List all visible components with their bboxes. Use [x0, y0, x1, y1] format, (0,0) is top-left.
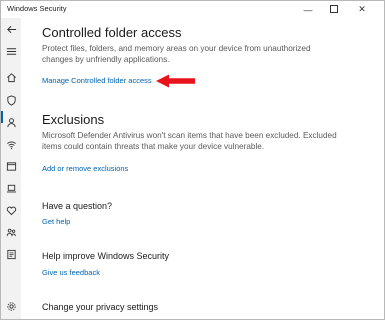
maximize-icon: [330, 4, 338, 15]
window-title: Windows Security: [7, 4, 67, 13]
nav-virus-protection[interactable]: [4, 93, 18, 107]
laptop-icon: [6, 184, 16, 192]
nav-family-options[interactable]: [4, 225, 18, 239]
privacy-settings-heading: Change your privacy settings: [42, 302, 159, 312]
give-feedback-link[interactable]: Give us feedback: [42, 268, 100, 277]
help-improve-heading: Help improve Windows Security: [42, 251, 170, 261]
back-arrow-icon: [6, 25, 16, 33]
family-icon: [6, 228, 16, 236]
title-bar: Windows Security — ✕: [1, 1, 384, 18]
exclusions-description: Microsoft Defender Antivirus won't scan …: [42, 131, 337, 151]
nav-device-performance[interactable]: [4, 203, 18, 217]
home-icon: [6, 72, 16, 82]
manage-controlled-folder-access-link[interactable]: Manage Controlled folder access: [42, 76, 152, 85]
back-button[interactable]: [4, 22, 18, 36]
sidebar: [1, 18, 21, 319]
maximize-button[interactable]: [321, 1, 347, 18]
main-content: Controlled folder access Protect files, …: [42, 18, 376, 319]
close-icon: ✕: [358, 4, 366, 14]
wifi-icon: [6, 141, 16, 149]
controlled-folder-access-heading: Controlled folder access: [42, 25, 182, 40]
exclusions-heading: Exclusions: [42, 112, 105, 127]
hamburger-menu-icon: [6, 47, 16, 55]
windows-security-window: Windows Security — ✕ Controlled folder a…: [0, 0, 385, 320]
browser-icon: [6, 161, 16, 171]
shield-icon: [6, 94, 16, 106]
red-arrow-annotation: [156, 74, 195, 88]
add-remove-exclusions-link[interactable]: Add or remove exclusions: [42, 164, 128, 173]
nav-app-browser-control[interactable]: [4, 159, 18, 173]
minimize-button[interactable]: —: [295, 1, 321, 18]
close-button[interactable]: ✕: [349, 1, 375, 18]
person-icon: [6, 117, 16, 127]
active-nav-indicator: [1, 111, 3, 123]
controlled-folder-access-description: Protect files, folders, and memory areas…: [42, 44, 311, 64]
minimize-icon: —: [303, 4, 313, 15]
get-help-link[interactable]: Get help: [42, 217, 70, 226]
nav-settings[interactable]: [4, 299, 18, 313]
nav-device-security[interactable]: [4, 181, 18, 195]
nav-account-protection[interactable]: [4, 115, 18, 129]
arrow-shape: [156, 74, 195, 88]
nav-protection-history[interactable]: [4, 247, 18, 261]
gear-icon: [6, 301, 16, 311]
have-a-question-heading: Have a question?: [42, 201, 113, 211]
menu-button[interactable]: [4, 44, 18, 58]
history-icon: [6, 249, 16, 259]
heart-icon: [6, 206, 16, 215]
nav-home[interactable]: [4, 70, 18, 84]
nav-firewall[interactable]: [4, 137, 18, 151]
